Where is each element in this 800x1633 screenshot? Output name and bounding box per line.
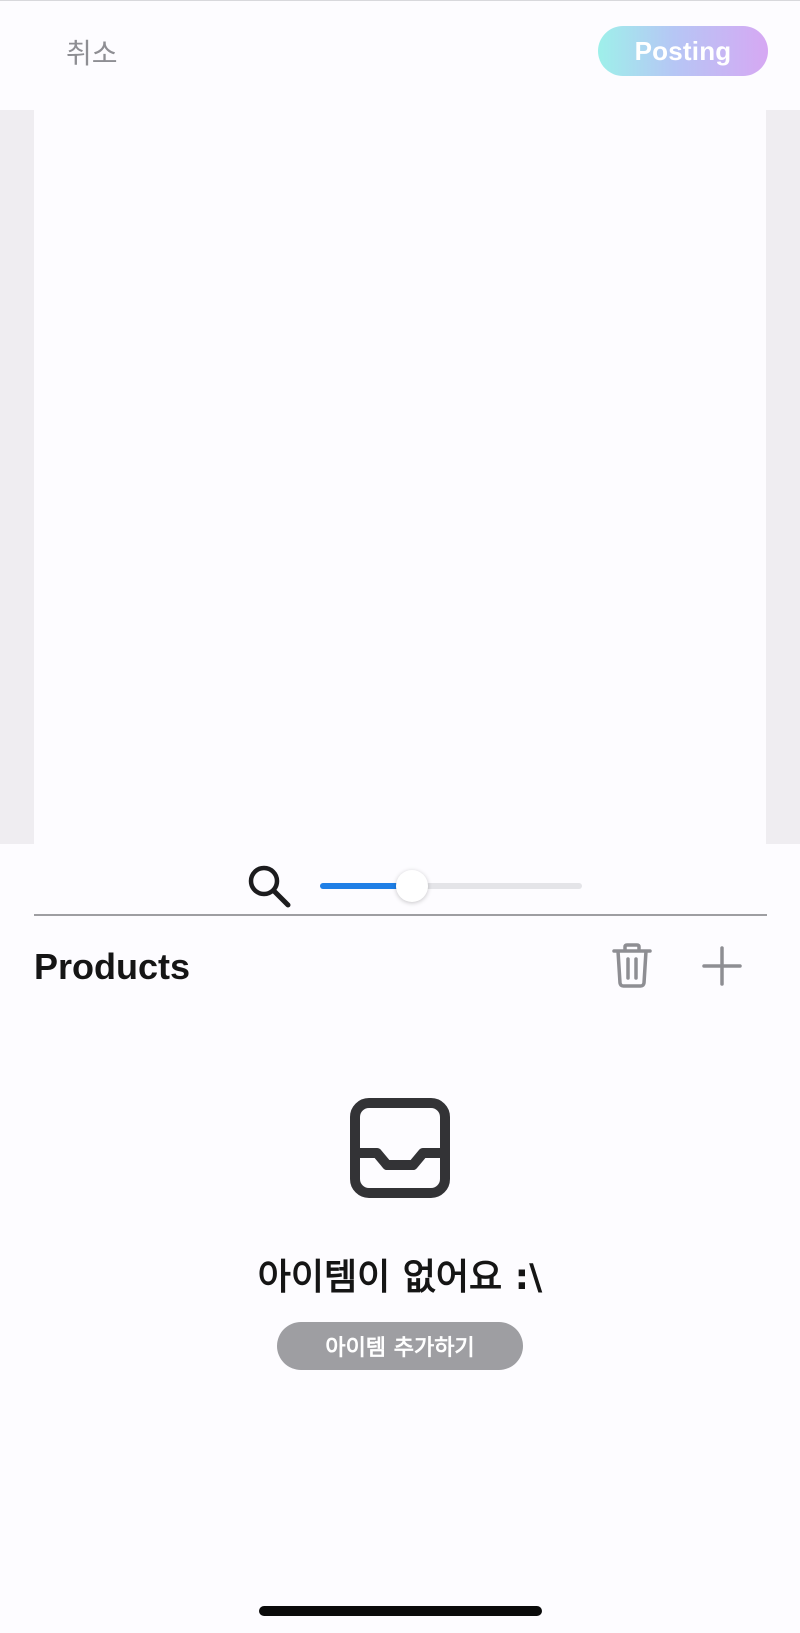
- editor-canvas[interactable]: [34, 110, 766, 844]
- inbox-icon: [350, 1098, 450, 1198]
- empty-state-title: 아이템이 없어요 :\: [257, 1257, 543, 1298]
- header-bar: 취소 Posting: [0, 0, 800, 110]
- add-item-button[interactable]: 아이템 추가하기: [277, 1322, 523, 1370]
- section-divider: [34, 914, 767, 916]
- plus-icon[interactable]: [698, 942, 746, 990]
- posting-button[interactable]: Posting: [598, 26, 768, 76]
- zoom-slider-thumb[interactable]: [395, 870, 428, 902]
- cancel-button[interactable]: 취소: [66, 32, 118, 72]
- search-icon: [248, 865, 291, 908]
- zoom-control: [0, 855, 800, 915]
- products-heading: Products: [34, 946, 191, 987]
- zoom-slider[interactable]: [320, 870, 582, 902]
- trash-icon[interactable]: [608, 940, 656, 990]
- home-indicator: [259, 1606, 542, 1616]
